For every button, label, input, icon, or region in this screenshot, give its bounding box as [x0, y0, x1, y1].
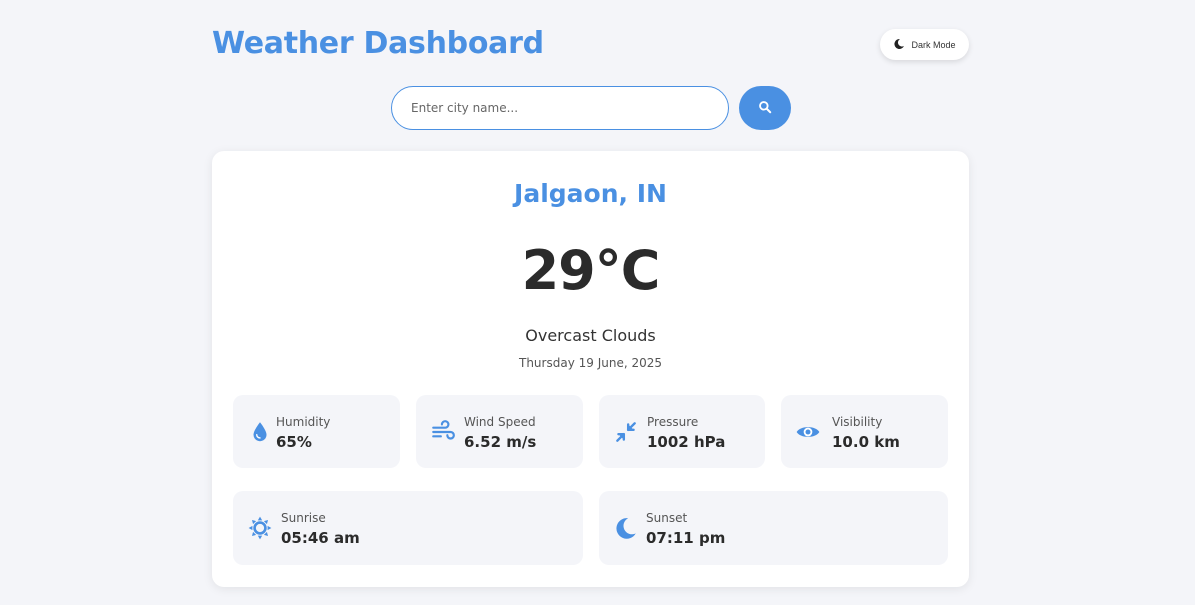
sunrise-label: Sunrise — [281, 511, 326, 525]
humidity-label: Humidity — [276, 415, 331, 429]
sunset-tile: Sunset 07:11 pm — [599, 491, 948, 565]
city-search-input[interactable] — [391, 86, 729, 130]
pressure-label: Pressure — [647, 415, 699, 429]
dark-mode-toggle-button[interactable]: Dark Mode — [880, 29, 969, 60]
wind-speed-value: 6.52 m/s — [464, 433, 537, 451]
weather-description: Overcast Clouds — [525, 326, 656, 345]
eye-icon — [795, 419, 821, 445]
sun-icon — [247, 515, 273, 541]
sunrise-tile: Sunrise 05:46 am — [233, 491, 583, 565]
sunset-value: 07:11 pm — [646, 529, 726, 547]
compress-arrows-icon — [613, 419, 639, 445]
moon-icon — [613, 515, 639, 541]
sunset-label: Sunset — [646, 511, 688, 525]
weather-card: Jalgaon, IN 29°C Overcast Clouds Thursda… — [212, 151, 969, 587]
humidity-value: 65% — [276, 433, 312, 451]
temperature: 29°C — [521, 239, 661, 302]
water-drop-icon — [247, 419, 273, 445]
search-icon — [758, 100, 772, 117]
current-date: Thursday 19 June, 2025 — [519, 356, 662, 370]
visibility-value: 10.0 km — [832, 433, 900, 451]
wind-speed-tile: Wind Speed 6.52 m/s — [416, 395, 583, 468]
page-title: Weather Dashboard — [212, 26, 544, 61]
moon-icon — [893, 38, 905, 52]
humidity-tile: Humidity 65% — [233, 395, 400, 468]
wind-icon — [430, 419, 456, 445]
city-name: Jalgaon, IN — [514, 179, 667, 208]
pressure-value: 1002 hPa — [647, 433, 726, 451]
page: Weather Dashboard Dark Mode Jalgaon, IN … — [0, 0, 1195, 605]
dark-mode-label: Dark Mode — [911, 39, 956, 50]
visibility-label: Visibility — [832, 415, 883, 429]
pressure-tile: Pressure 1002 hPa — [599, 395, 765, 468]
visibility-tile: Visibility 10.0 km — [781, 395, 948, 468]
wind-speed-label: Wind Speed — [464, 415, 536, 429]
search-button[interactable] — [739, 86, 791, 130]
sunrise-value: 05:46 am — [281, 529, 360, 547]
